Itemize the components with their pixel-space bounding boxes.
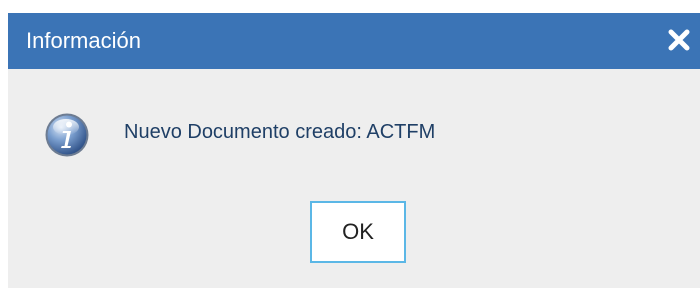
- dialog-titlebar: Información: [8, 13, 700, 69]
- close-button[interactable]: [664, 25, 694, 55]
- dialog-message: Nuevo Documento creado: ACTFM: [124, 121, 436, 143]
- info-icon: [45, 113, 89, 157]
- info-dialog: Información Nuevo Documento creado: ACTF…: [8, 13, 700, 288]
- dialog-body: Nuevo Documento creado: ACTFM OK: [8, 69, 700, 288]
- dialog-title: Información: [26, 28, 141, 53]
- ok-button[interactable]: OK: [310, 201, 406, 263]
- close-icon: [668, 29, 690, 51]
